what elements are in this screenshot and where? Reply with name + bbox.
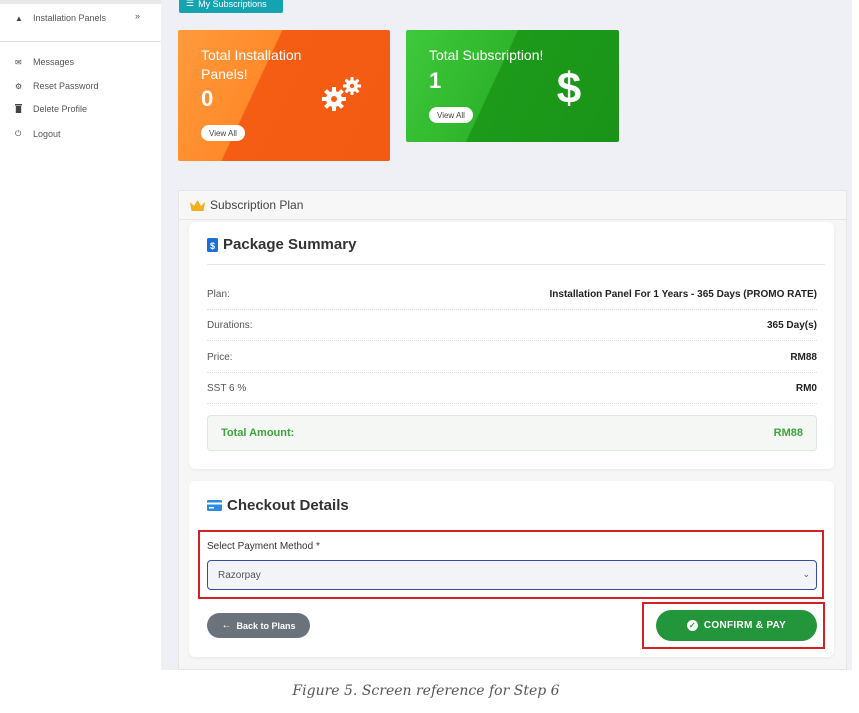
package-summary-title: $ Package Summary [207,236,356,253]
figure-caption: Figure 5. Screen reference for Step 6 [292,683,560,699]
dollar-icon: $ [557,65,581,109]
chevron-down-icon: ⌄ [802,569,810,579]
envelope-icon: ✉ [15,57,22,67]
summary-row-value: RM88 [790,351,817,363]
chevron-right-icon[interactable]: » [135,11,140,21]
installation-view-all-button[interactable]: View All [201,125,245,141]
summary-row-value: 365 Day(s) [766,319,817,331]
back-to-plans-label: Back to Plans [236,620,296,631]
summary-row-duration: Durations: 365 Day(s) [207,310,817,341]
sidebar-item-label: Delete Profile [33,104,88,114]
package-summary-card: $ Package Summary Plan: Installation Pan… [189,222,834,469]
trash-icon [15,103,29,115]
summary-row-label: SST 6 % [207,382,247,394]
summary-row-value: RM0 [795,382,817,394]
subscription-plan-title: Subscription Plan [210,198,304,212]
sidebar-top-bar [0,0,161,4]
summary-row-plan: Plan: Installation Panel For 1 Years - 3… [207,279,817,310]
subscription-count: 1 [429,68,442,93]
rocket-icon: ▲ [15,13,23,23]
sidebar: ▲ Installation Panels » ✉ Messages ⚙ Res… [0,0,161,670]
back-to-plans-button[interactable]: ← Back to Plans [207,613,310,638]
payment-method-value: Razorpay [218,569,261,581]
sidebar-item-label: Installation Panels [33,13,107,23]
svg-text:$: $ [557,65,581,109]
my-subscriptions-button[interactable]: ☰ My Subscriptions [179,0,283,13]
package-summary-label: Package Summary [223,236,357,253]
arrow-left-icon: ← [221,620,232,631]
list-icon: ☰ [186,0,195,8]
total-amount-value: RM88 [773,427,803,439]
sidebar-item-messages[interactable]: ✉ Messages [15,54,74,70]
sidebar-item-label: Messages [33,57,75,67]
check-circle-icon: ✓ [686,620,698,631]
total-amount-box: Total Amount: RM88 [207,415,817,451]
document-icon: $ [207,237,218,252]
installation-panels-title: Total Installation Panels! [201,47,302,82]
sidebar-item-delete-profile[interactable]: Delete Profile [15,101,87,117]
sidebar-item-reset-password[interactable]: ⚙ Reset Password [15,78,99,94]
summary-divider [207,264,825,265]
checkout-details-title: Checkout Details [207,497,349,514]
sidebar-divider [0,41,161,42]
power-icon: ⏻ [15,129,22,138]
payment-method-select[interactable]: Razorpay ⌄ [207,560,817,590]
subscription-card: Total Subscription! 1 View All $ [406,30,619,142]
summary-row-label: Price: [207,351,233,363]
total-amount-label: Total Amount: [221,427,295,439]
my-subscriptions-label: My Subscriptions [198,0,267,9]
app-screenshot: ▲ Installation Panels » ✉ Messages ⚙ Res… [0,0,852,670]
payment-method-label: Select Payment Method * [207,541,320,552]
checkout-details-label: Checkout Details [227,497,349,514]
svg-text:$: $ [210,241,215,251]
sidebar-item-installation-panels[interactable]: ▲ Installation Panels [15,10,106,26]
sidebar-item-label: Logout [33,129,61,139]
subscription-title: Total Subscription! [429,47,544,63]
subscription-plan-header: Subscription Plan [179,191,846,220]
gears-icon [322,77,361,111]
sidebar-item-label: Reset Password [33,81,99,91]
credit-card-icon [207,500,222,511]
confirm-pay-label: CONFIRM & PAY [703,620,787,631]
summary-row-price: Price: RM88 [207,342,817,373]
confirm-pay-button[interactable]: ✓ CONFIRM & PAY [656,610,817,641]
summary-row-sst: SST 6 % RM0 [207,373,817,404]
installation-panels-card: Total Installation Panels! 0 View All [178,30,390,161]
summary-row-value: Installation Panel For 1 Years - 365 Day… [549,288,818,300]
summary-row-label: Plan: [207,288,230,300]
summary-row-label: Durations: [207,319,253,331]
subscription-view-all-button[interactable]: View All [429,107,473,123]
installation-panels-count: 0 [201,86,214,111]
crown-icon [190,199,205,211]
sidebar-item-logout[interactable]: ⏻ Logout [15,126,61,142]
gear-icon: ⚙ [15,81,23,91]
